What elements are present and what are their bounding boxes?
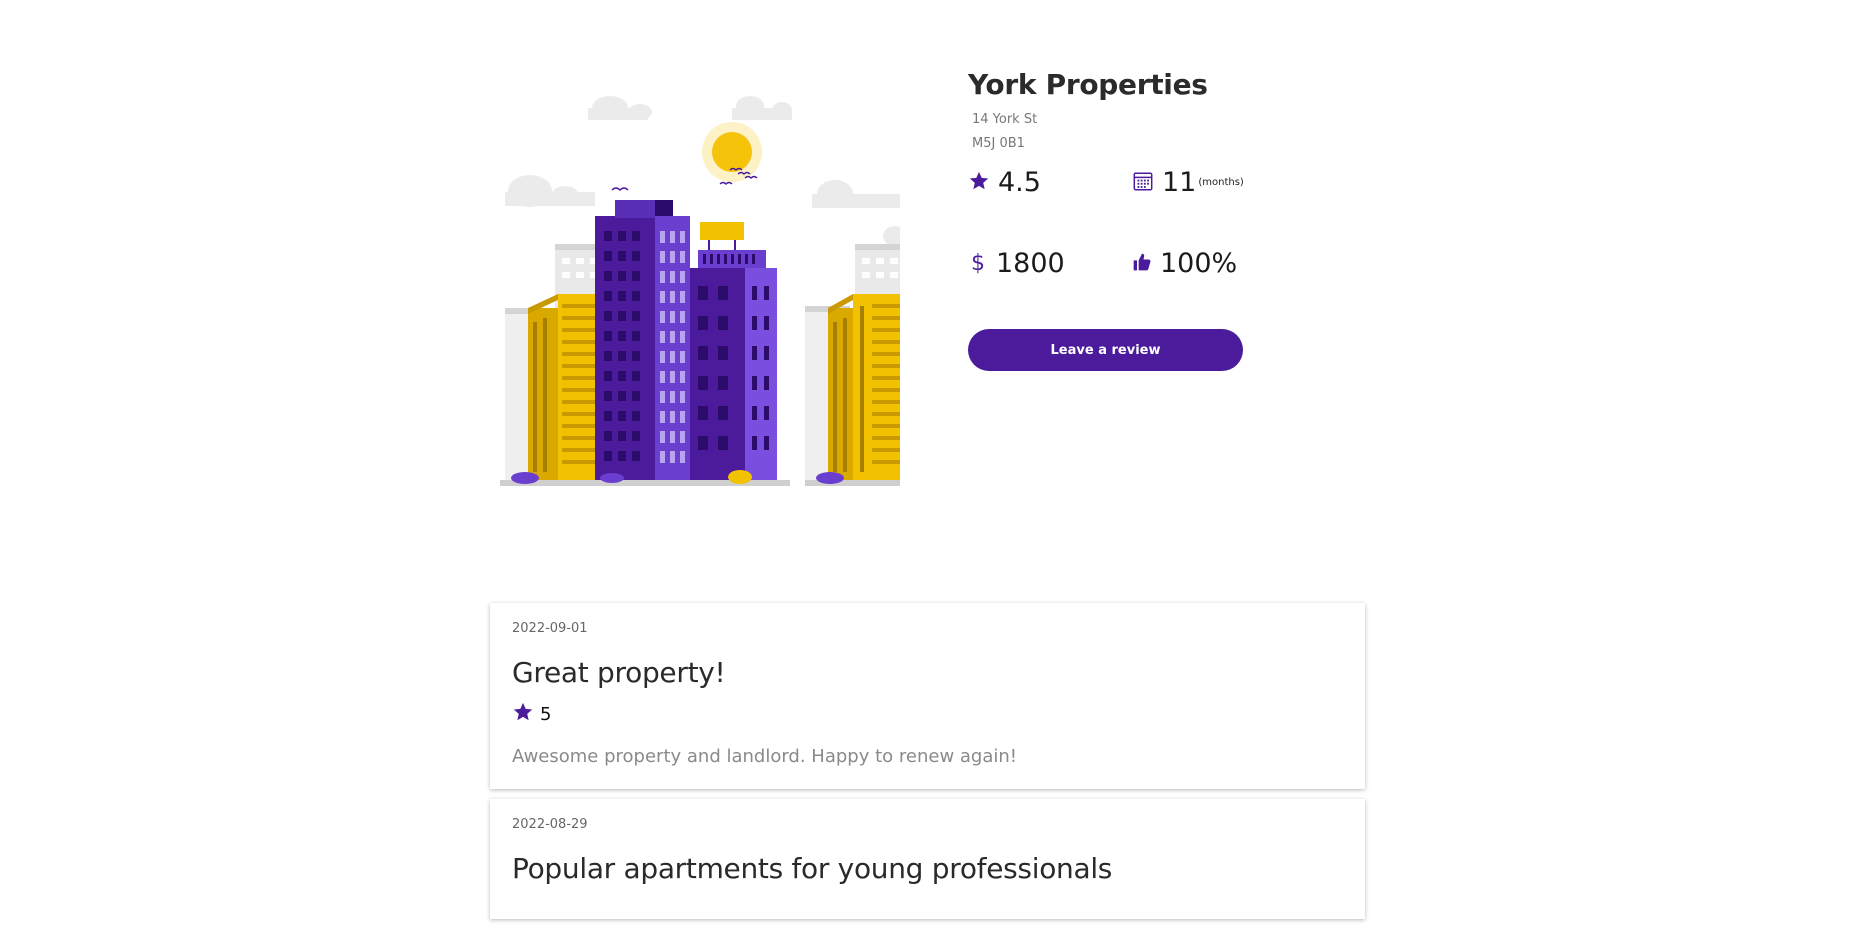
review-rating: 5 (512, 701, 1343, 728)
recommend-value: 100% (1160, 248, 1238, 279)
recommend-stat: 100% (1132, 248, 1312, 279)
purple-building-right (690, 250, 777, 481)
review-card: 2022-08-29 Popular apartments for young … (490, 799, 1365, 919)
star-icon (512, 701, 534, 728)
buildings-illustration (500, 96, 907, 486)
yellow-building-left (528, 294, 600, 481)
review-card: 2022-09-01 Great property! 5 Awesome pro… (490, 603, 1365, 789)
dollar-icon: $ (971, 251, 985, 276)
rating-stat: 4.5 (968, 167, 1132, 198)
lease-unit: (months) (1198, 177, 1244, 188)
thumbs-up-icon (1132, 252, 1152, 276)
property-name: York Properties (968, 68, 1208, 101)
review-rating-value: 5 (540, 704, 552, 725)
star-icon (968, 170, 990, 196)
billboard (700, 222, 744, 250)
review-title: Great property! (512, 656, 726, 689)
rent-value: 1800 (996, 248, 1065, 279)
lease-value: 11 (1162, 167, 1197, 198)
yellow-building-right (828, 294, 900, 481)
calendar-icon (1132, 170, 1154, 196)
rating-value: 4.5 (998, 167, 1041, 198)
reviews-list: 2022-09-01 Great property! 5 Awesome pro… (490, 603, 1365, 929)
property-illustration (500, 86, 907, 486)
sun (712, 132, 752, 172)
review-date: 2022-09-01 (512, 621, 588, 636)
address-line-2: M5J 0B1 (972, 136, 1025, 151)
review-body: Awesome property and landlord. Happy to … (512, 746, 1017, 767)
purple-tower (595, 200, 690, 481)
property-stats: 4.5 11 (months) $ 1800 100% (968, 167, 1368, 279)
review-title: Popular apartments for young professiona… (512, 852, 1113, 885)
lease-stat: 11 (months) (1132, 167, 1312, 198)
leave-review-button[interactable]: Leave a review (968, 329, 1243, 371)
rent-stat: $ 1800 (968, 248, 1132, 279)
address-line-1: 14 York St (972, 112, 1038, 127)
review-date: 2022-08-29 (512, 817, 588, 832)
property-info: York Properties 14 York St M5J 0B1 4.5 1… (968, 68, 1368, 371)
